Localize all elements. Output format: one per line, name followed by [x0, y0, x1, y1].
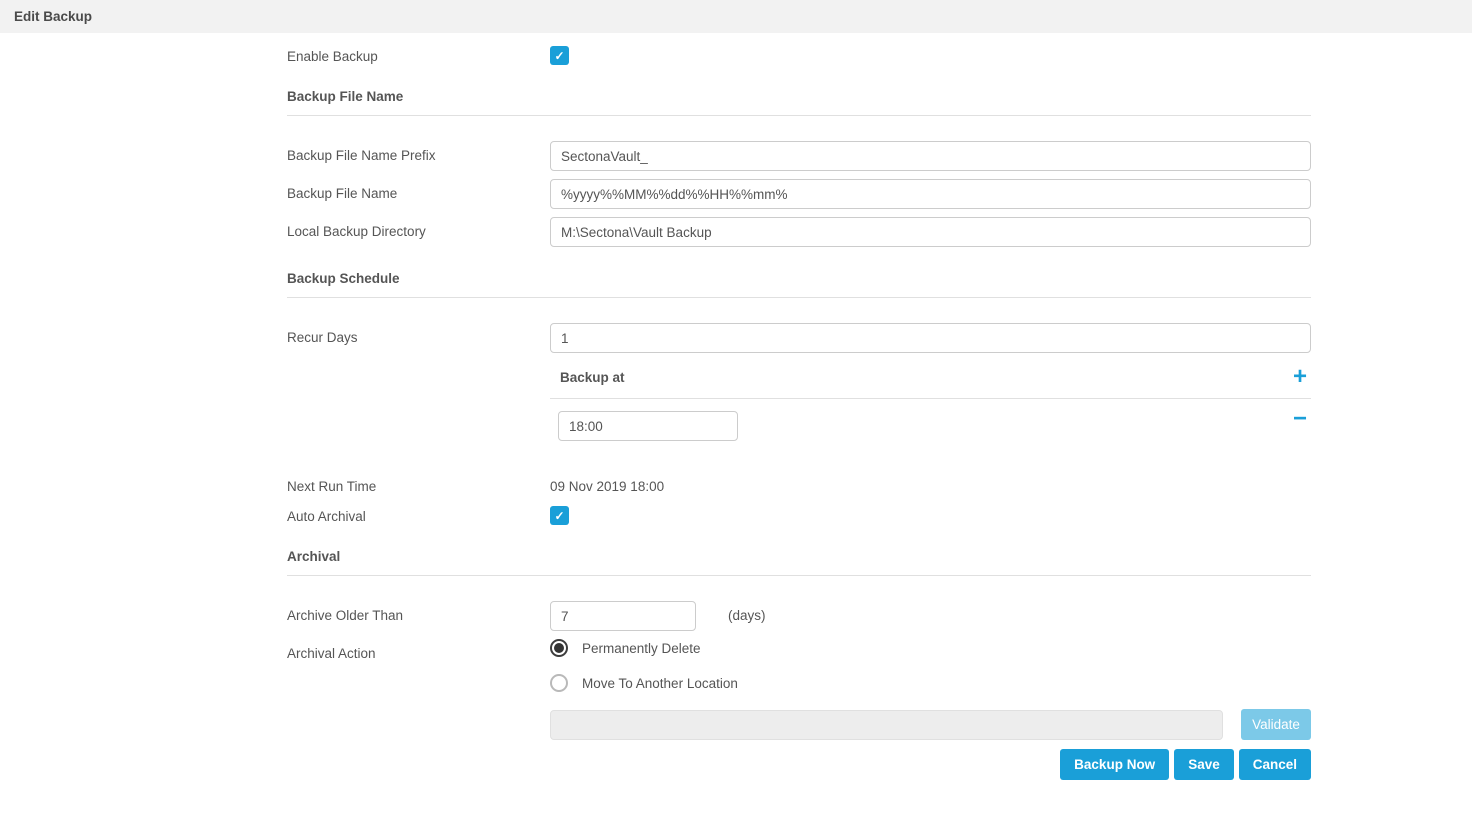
add-time-icon[interactable]: + — [1293, 369, 1307, 385]
archival-location-input[interactable] — [550, 710, 1223, 740]
enable-backup-label: Enable Backup — [287, 42, 550, 64]
archival-action-option-permanently-delete[interactable]: Permanently Delete — [550, 639, 1311, 657]
recur-days-row: Recur Days — [287, 323, 1311, 353]
backup-file-name-prefix-row: Backup File Name Prefix — [287, 141, 1311, 171]
remove-time-icon[interactable]: − — [1293, 411, 1307, 427]
archive-older-than-input[interactable] — [550, 601, 696, 631]
radio-option-label: Permanently Delete — [582, 641, 701, 656]
backup-now-button[interactable]: Backup Now — [1060, 749, 1169, 780]
backup-file-name-prefix-label: Backup File Name Prefix — [287, 141, 550, 163]
check-icon: ✓ — [554, 510, 564, 522]
next-run-time-label: Next Run Time — [287, 472, 550, 494]
edit-backup-form: Enable Backup ✓ Backup File Name Backup … — [287, 33, 1311, 820]
backup-file-name-row: Backup File Name — [287, 179, 1311, 209]
archival-action-label: Archival Action — [287, 639, 550, 661]
archival-action-option-move-to-another-location[interactable]: Move To Another Location — [550, 674, 1311, 692]
auto-archival-checkbox[interactable]: ✓ — [550, 506, 569, 525]
cancel-button[interactable]: Cancel — [1239, 749, 1311, 780]
auto-archival-row: Auto Archival ✓ — [287, 502, 1311, 525]
section-title-backup-file-name: Backup File Name — [287, 73, 1311, 116]
archive-older-than-label: Archive Older Than — [287, 601, 550, 623]
validate-button[interactable]: Validate — [1241, 709, 1311, 740]
radio-selected-icon[interactable] — [550, 639, 568, 657]
page-header: Edit Backup — [0, 0, 1472, 33]
next-run-time-value: 09 Nov 2019 18:00 — [550, 472, 1311, 494]
archive-older-than-unit: (days) — [728, 601, 766, 623]
archival-action-row: Archival Action Permanently Delete Move … — [287, 639, 1311, 740]
radio-option-label: Move To Another Location — [582, 676, 738, 691]
next-run-time-row: Next Run Time 09 Nov 2019 18:00 — [287, 472, 1311, 494]
enable-backup-checkbox[interactable]: ✓ — [550, 46, 569, 65]
backup-time-input[interactable] — [558, 411, 738, 441]
local-backup-directory-row: Local Backup Directory — [287, 217, 1311, 247]
form-actions: Backup Now Save Cancel — [287, 749, 1311, 820]
section-title-backup-schedule: Backup Schedule — [287, 255, 1311, 298]
radio-unselected-icon[interactable] — [550, 674, 568, 692]
local-backup-directory-label: Local Backup Directory — [287, 217, 550, 239]
backup-at-label: Backup at — [560, 370, 625, 385]
backup-file-name-label: Backup File Name — [287, 179, 550, 201]
auto-archival-label: Auto Archival — [287, 502, 550, 524]
local-backup-directory-input[interactable] — [550, 217, 1311, 247]
backup-file-name-input[interactable] — [550, 179, 1311, 209]
archive-older-than-row: Archive Older Than (days) — [287, 601, 1311, 631]
check-icon: ✓ — [554, 50, 564, 62]
backup-file-name-prefix-input[interactable] — [550, 141, 1311, 171]
enable-backup-row: Enable Backup ✓ — [287, 42, 1311, 65]
page-title: Edit Backup — [14, 9, 92, 24]
recur-days-label: Recur Days — [287, 323, 550, 345]
backup-at-header: Backup at + — [550, 361, 1311, 399]
save-button[interactable]: Save — [1174, 749, 1234, 780]
section-title-archival: Archival — [287, 533, 1311, 576]
recur-days-input[interactable] — [550, 323, 1311, 353]
backup-time-row: − — [550, 399, 1311, 441]
backup-at-block: Backup at + − — [287, 361, 1311, 441]
archival-location-row: Validate — [550, 709, 1311, 740]
